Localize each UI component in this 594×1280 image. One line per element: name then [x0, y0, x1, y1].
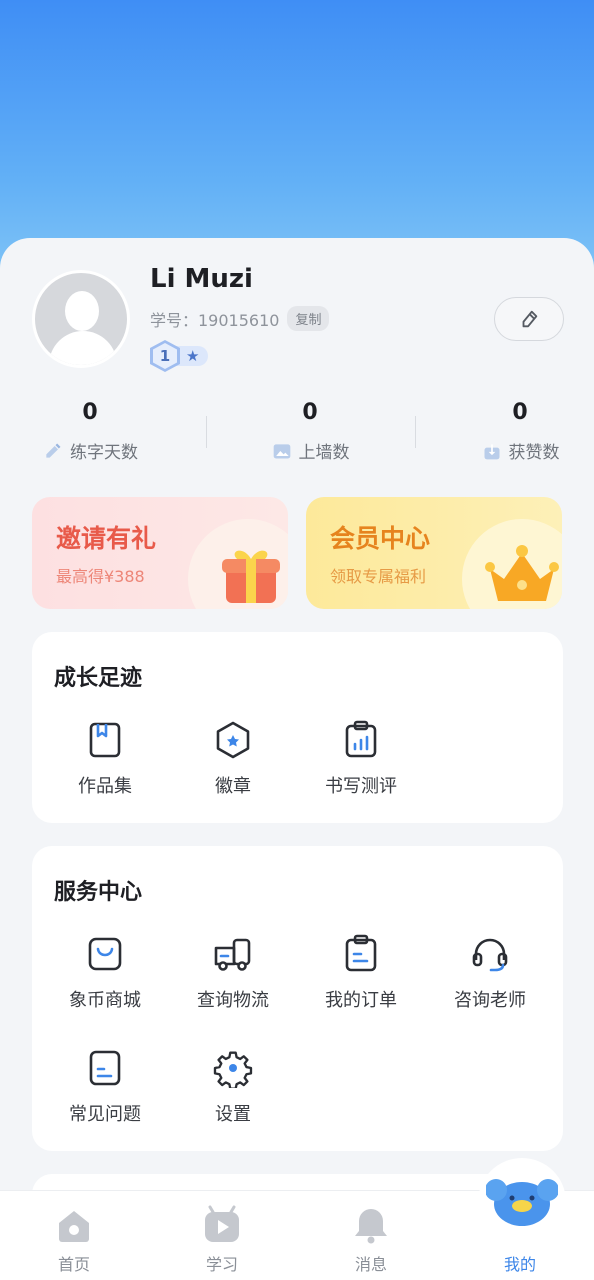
avatar[interactable] — [32, 270, 130, 368]
growth-card: 成长足迹 作品集 徽章 书写测评 — [32, 632, 563, 823]
bookmark-book-icon — [89, 722, 121, 758]
tab-label: 首页 — [57, 1255, 90, 1274]
section-title: 服务中心 — [54, 880, 143, 905]
gift-icon — [222, 550, 280, 603]
tab-home[interactable]: 首页 — [0, 1191, 148, 1280]
stats-row: 0 练字天数 0 上墙数 0 获赞数 — [0, 398, 594, 470]
service-card: 服务中心 象币商城 查询物流 我的订单 咨询老师 常见问题 设置 — [32, 846, 563, 1151]
divider — [415, 416, 416, 448]
pencil-icon — [522, 310, 538, 328]
pencil-icon — [46, 443, 61, 458]
service-item-logistics[interactable]: 查询物流 — [168, 934, 298, 1012]
stat-wall-count[interactable]: 0 上墙数 — [220, 398, 400, 463]
user-name: Li Muzi — [150, 264, 253, 294]
invite-promo-card[interactable]: 邀请有礼 最高得¥388 — [32, 497, 288, 609]
item-label: 常见问题 — [69, 1104, 141, 1125]
order-clipboard-icon — [345, 934, 377, 972]
picture-wall-icon — [273, 443, 290, 458]
divider — [206, 416, 207, 448]
tab-study[interactable]: 学习 — [148, 1191, 296, 1280]
faq-doc-icon — [89, 1050, 121, 1086]
level-badge[interactable]: 1 ★ — [150, 340, 208, 372]
item-label: 徽章 — [215, 776, 251, 797]
headset-icon — [472, 938, 508, 972]
growth-item-badges[interactable]: 徽章 — [168, 720, 298, 798]
tab-label: 学习 — [205, 1255, 238, 1274]
shopping-bag-icon — [88, 937, 122, 971]
edit-profile-button[interactable] — [494, 297, 564, 341]
badge-icon — [216, 721, 250, 759]
item-label: 设置 — [215, 1104, 251, 1125]
growth-item-portfolio[interactable]: 作品集 — [40, 720, 170, 798]
home-icon — [59, 1211, 89, 1242]
copy-id-button[interactable]: 复制 — [287, 306, 330, 331]
item-label: 咨询老师 — [454, 990, 526, 1011]
stat-likes[interactable]: 0 获赞数 — [430, 398, 594, 463]
play-icon — [205, 1205, 239, 1242]
section-title: 成长足迹 — [54, 666, 143, 691]
user-id-row: 学号：19015610 复制 — [150, 306, 330, 331]
mascot-icon — [486, 1179, 558, 1226]
promo-subtitle: 领取专属福利 — [330, 567, 427, 586]
promo-title: 会员中心 — [330, 524, 431, 553]
growth-item-writing-test[interactable]: 书写测评 — [296, 720, 426, 798]
crown-icon — [485, 545, 559, 601]
stat-value: 0 — [82, 400, 98, 425]
bell-icon — [355, 1209, 387, 1244]
stat-label: 上墙数 — [298, 443, 350, 463]
item-label: 我的订单 — [325, 990, 397, 1011]
stat-practice-days[interactable]: 0 练字天数 — [0, 398, 180, 463]
clipboard-chart-icon — [345, 720, 377, 758]
stat-label: 练字天数 — [70, 443, 138, 463]
gear-icon — [213, 1051, 253, 1088]
item-label: 作品集 — [78, 776, 132, 797]
stat-label: 获赞数 — [508, 443, 560, 463]
user-id: 学号：19015610 — [150, 310, 280, 330]
like-icon — [484, 443, 499, 459]
promo-title: 邀请有礼 — [56, 524, 157, 553]
tab-messages[interactable]: 消息 — [297, 1191, 445, 1280]
star-icon: ★ — [186, 347, 200, 365]
service-item-orders[interactable]: 我的订单 — [296, 934, 426, 1012]
mine-tab-bubble[interactable] — [478, 1158, 566, 1246]
vip-promo-card[interactable]: 会员中心 领取专属福利 — [306, 497, 562, 609]
truck-icon — [214, 938, 251, 971]
item-label: 查询物流 — [197, 990, 269, 1011]
service-item-consult[interactable]: 咨询老师 — [425, 934, 555, 1012]
service-item-settings[interactable]: 设置 — [168, 1048, 298, 1126]
stat-value: 0 — [512, 400, 528, 425]
tab-label: 消息 — [354, 1255, 387, 1274]
tab-label: 我的 — [503, 1255, 536, 1274]
service-item-shop[interactable]: 象币商城 — [40, 934, 170, 1012]
promo-subtitle: 最高得¥388 — [56, 567, 145, 586]
stat-value: 0 — [302, 400, 318, 425]
service-item-faq[interactable]: 常见问题 — [40, 1048, 170, 1126]
item-label: 象币商城 — [69, 990, 141, 1011]
item-label: 书写测评 — [325, 776, 397, 797]
